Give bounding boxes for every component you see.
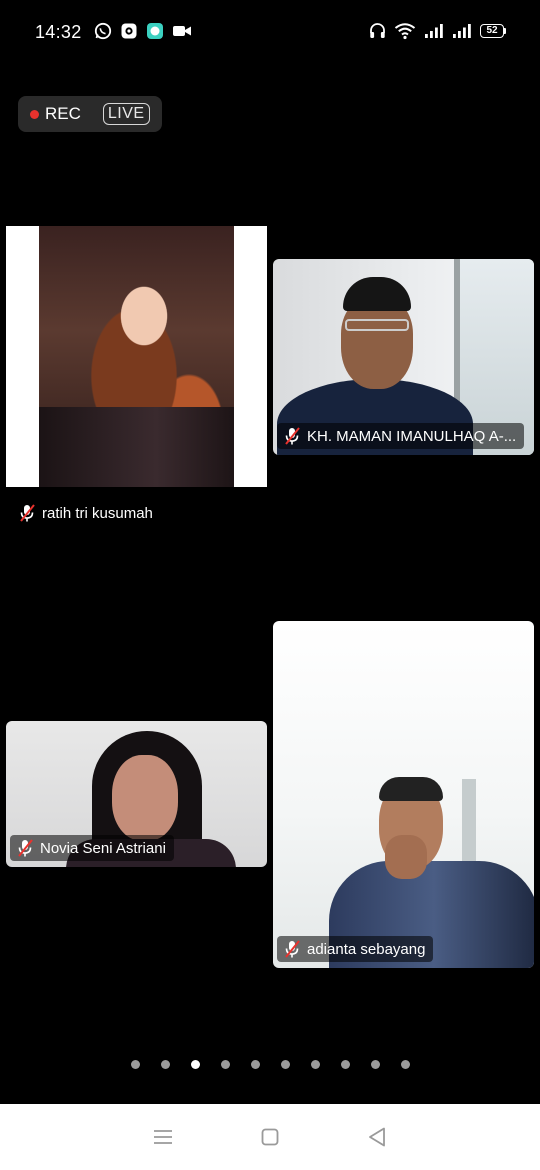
home-button[interactable] <box>258 1125 282 1149</box>
status-time: 14:32 <box>35 22 82 42</box>
page-dot[interactable] <box>370 1060 380 1069</box>
name-tag-maman: KH. MAMAN IMANULHAQ A-... <box>277 423 525 449</box>
menu-icon <box>154 1130 173 1144</box>
name-tag-ratih: ratih tri kusumah <box>12 500 161 526</box>
menu-button[interactable] <box>151 1125 175 1149</box>
participant-name: Novia Seni Astriani <box>40 839 166 857</box>
page-dot[interactable] <box>340 1060 350 1069</box>
chat-app-icon <box>147 23 163 39</box>
video-tile-novia[interactable]: Novia Seni Astriani <box>6 721 267 867</box>
mic-muted-icon <box>285 427 300 445</box>
battery-icon: 52 <box>480 24 506 38</box>
whatsapp-icon <box>94 22 112 40</box>
name-tag-adianta: adianta sebayang <box>277 936 434 962</box>
video-camera-icon <box>173 26 191 36</box>
video-tile-maman[interactable]: KH. MAMAN IMANULHAQ A-... <box>273 259 534 455</box>
system-icons: 52 <box>369 22 506 40</box>
participant-name: KH. MAMAN IMANULHAQ A-... <box>307 427 517 445</box>
page-dot[interactable] <box>310 1060 320 1069</box>
participant-video <box>39 226 234 487</box>
mic-muted-icon <box>20 504 35 522</box>
back-button[interactable] <box>365 1125 389 1149</box>
page-indicator[interactable] <box>0 1060 540 1069</box>
name-tag-novia: Novia Seni Astriani <box>10 835 174 861</box>
video-tile-ratih[interactable] <box>6 226 267 487</box>
rec-label: REC <box>45 104 81 123</box>
page-dot[interactable] <box>130 1060 140 1069</box>
camera-app-icon <box>121 23 137 39</box>
page-dot[interactable] <box>250 1060 260 1069</box>
recording-indicator[interactable]: REC LIVE <box>18 96 162 132</box>
page-dot[interactable] <box>160 1060 170 1069</box>
signal-icon <box>425 24 443 38</box>
participant-name: ratih tri kusumah <box>42 504 153 522</box>
page-dot[interactable] <box>220 1060 230 1069</box>
battery-level: 52 <box>480 24 504 38</box>
participant-name: adianta sebayang <box>307 940 426 958</box>
back-icon <box>368 1127 385 1147</box>
status-bar: 14:32 52 <box>0 0 540 66</box>
home-icon <box>261 1128 279 1146</box>
page-dot[interactable] <box>400 1060 410 1069</box>
notification-icons <box>94 22 192 40</box>
headset-icon <box>370 23 385 38</box>
live-badge: LIVE <box>102 103 150 125</box>
system-nav-bar <box>0 1104 540 1170</box>
mic-muted-icon <box>285 940 300 958</box>
record-dot-icon <box>30 109 39 119</box>
signal-icon <box>453 24 471 38</box>
page-dot[interactable] <box>190 1060 200 1069</box>
page-dot[interactable] <box>280 1060 290 1069</box>
video-tile-adianta[interactable]: adianta sebayang <box>273 621 534 968</box>
mic-muted-icon <box>18 839 33 857</box>
wifi-icon <box>394 23 416 40</box>
